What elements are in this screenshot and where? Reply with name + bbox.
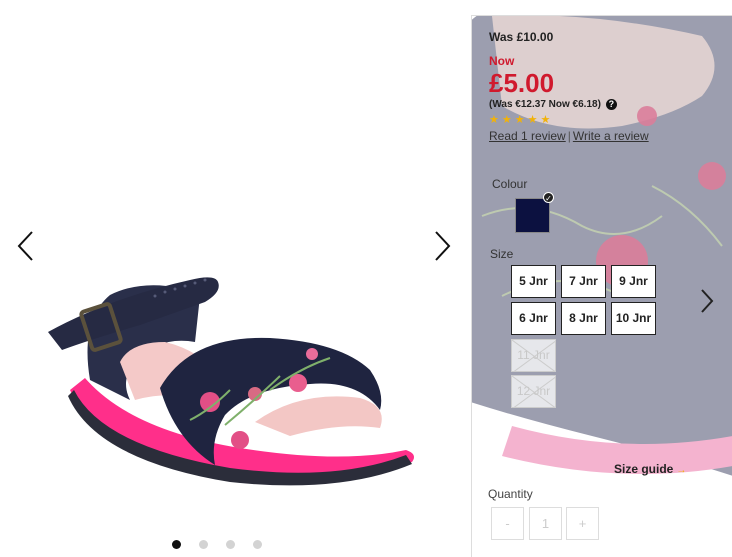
euro-price: (Was €12.37 Now €6.18) ? <box>489 99 724 110</box>
size-option[interactable]: 8 Jnr <box>561 302 606 335</box>
was-price: Was £10.00 <box>489 30 554 44</box>
size-guide-label: Size guide <box>614 462 674 476</box>
arrow-right-icon: → <box>676 465 687 476</box>
quantity-label: Quantity <box>488 487 533 501</box>
size-option[interactable]: 10 Jnr <box>611 302 656 335</box>
size-guide-link[interactable]: Size guide → <box>614 462 686 476</box>
product-image-sandal <box>48 277 414 486</box>
size-option[interactable]: 7 Jnr <box>561 265 606 298</box>
star-rating: ★ ★ ★ ★ ★ <box>489 115 724 126</box>
product-page: Was £10.00 Now £5.00 (Was €12.37 Now €6.… <box>0 0 732 557</box>
size-option[interactable]: 9 Jnr <box>611 265 656 298</box>
chevron-right-icon <box>701 289 714 313</box>
size-label: Size <box>490 247 514 261</box>
gallery-dot[interactable] <box>226 540 235 549</box>
gallery-dot[interactable] <box>172 540 181 549</box>
size-option-label: 11 Jnr <box>517 348 550 362</box>
star-icon: ★ <box>501 114 512 126</box>
size-option[interactable]: 6 Jnr <box>511 302 556 335</box>
colour-label: Colour <box>492 177 528 191</box>
gallery-dot[interactable] <box>253 540 262 549</box>
star-icon: ★ <box>489 114 499 126</box>
quantity-increase-button[interactable]: + <box>566 507 599 540</box>
product-info: Was £10.00 Now £5.00 (Was €12.37 Now €6.… <box>489 30 724 143</box>
gallery-next-button[interactable] <box>432 229 452 263</box>
gallery-dots <box>172 540 262 549</box>
star-icon: ★ <box>527 114 538 126</box>
size-option-unavailable: 11 Jnr <box>511 339 556 372</box>
current-price: £5.00 <box>489 68 555 98</box>
write-review-link[interactable]: Write a review <box>573 129 649 143</box>
zoom-next-button[interactable] <box>700 288 714 319</box>
image-gallery <box>0 0 470 557</box>
euro-price-text: (Was €12.37 Now €6.18) <box>489 99 601 110</box>
help-icon[interactable]: ? <box>605 99 617 110</box>
quantity-decrease-button[interactable]: - <box>491 507 524 540</box>
size-option-label: 12 Jnr <box>516 384 551 398</box>
gallery-dot[interactable] <box>199 540 208 549</box>
read-reviews-link[interactable]: Read 1 review <box>489 129 566 143</box>
review-separator: | <box>567 129 571 143</box>
check-icon: ✓ <box>543 192 554 203</box>
gallery-prev-button[interactable] <box>16 229 36 263</box>
star-icon: ★ <box>514 114 525 126</box>
colour-swatch-navy[interactable] <box>515 198 550 233</box>
chevron-left-icon <box>17 231 33 261</box>
now-label: Now <box>489 54 515 68</box>
quantity-input[interactable]: 1 <box>529 507 562 540</box>
size-option[interactable]: 5 Jnr <box>511 265 556 298</box>
star-icon: ★ <box>540 114 551 126</box>
chevron-right-icon <box>435 231 451 261</box>
size-option-unavailable: 12 Jnr <box>511 375 556 408</box>
reviews-links: Read 1 review | Write a review <box>489 129 724 143</box>
